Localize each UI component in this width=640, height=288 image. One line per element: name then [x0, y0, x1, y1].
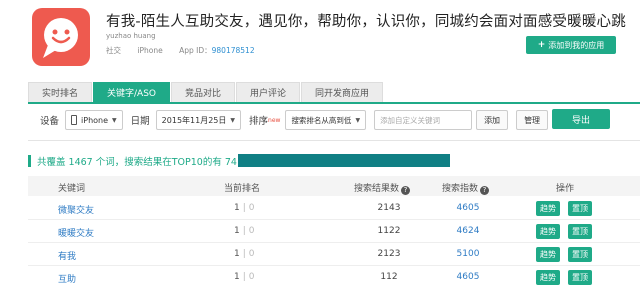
chevron-down-icon: ▼ [230, 116, 236, 124]
plus-icon: + [537, 40, 546, 50]
add-button-label: 添加到我的应用 [548, 40, 605, 50]
rank-cell: 1 | 0 [234, 249, 255, 259]
device-select[interactable]: iPhone ▼ [65, 110, 123, 130]
sort-label: 排序 [249, 116, 269, 127]
new-badge: new [268, 116, 281, 124]
pin-top-button[interactable]: 置顶 [568, 247, 592, 262]
trend-button[interactable]: 趋势 [536, 247, 560, 262]
tab-underline [28, 102, 640, 104]
date-value: 2015年11月25日 [161, 115, 227, 125]
divider [28, 140, 640, 141]
chevron-down-icon: ▼ [355, 116, 361, 124]
summary-accent-bar [28, 155, 31, 167]
index-link[interactable]: 4624 [448, 226, 488, 236]
tab-realtime-rank[interactable]: 实时排名 [28, 82, 93, 102]
phone-icon [71, 115, 78, 125]
tab-keyword-aso[interactable]: 关键字/ASO [93, 82, 171, 102]
pin-top-button[interactable]: 置顶 [568, 224, 592, 239]
redaction-block [238, 154, 450, 167]
rank-change: 0 [248, 272, 255, 282]
keyword-link[interactable]: 有我 [58, 249, 76, 262]
pin-top-button[interactable]: 置顶 [568, 270, 592, 285]
trend-button[interactable]: 趋势 [536, 270, 560, 285]
app-platform: iPhone [137, 46, 163, 55]
results-cell: 1122 [377, 226, 401, 236]
summary-text: 共覆盖 1467 个词，搜索结果在TOP10的有 74 个 [37, 157, 250, 168]
date-label: 日期 [130, 116, 150, 127]
manage-button[interactable]: 管理 [516, 110, 549, 130]
app-meta: 社交 iPhone App ID：980178512 [106, 45, 269, 56]
tab-same-developer-apps[interactable]: 同开发商应用 [301, 82, 384, 102]
tab-user-reviews[interactable]: 用户评论 [236, 82, 301, 102]
tab-bar: 实时排名 关键字/ASO 竞品对比 用户评论 同开发商应用 [28, 82, 384, 102]
index-link[interactable]: 5100 [448, 249, 488, 259]
help-icon[interactable]: ? [401, 186, 411, 195]
rank-change: 0 [248, 203, 255, 213]
device-value: iPhone [81, 115, 109, 125]
sort-value: 搜索排名从高到低 [291, 115, 352, 125]
table-row: 互助 1 | 0 112 4605 趋势 置顶 [28, 266, 640, 288]
app-developer: yuzhao huang [106, 32, 156, 40]
custom-keyword-input[interactable]: 添加自定义关键词 [374, 110, 473, 130]
header-current-rank[interactable]: 当前排名 [224, 181, 260, 194]
device-label: 设备 [40, 116, 60, 127]
date-picker[interactable]: 2015年11月25日 ▼ [155, 110, 242, 130]
chat-bubble-smile-icon [32, 8, 90, 66]
export-button[interactable]: 导出 [552, 109, 610, 129]
results-cell: 2123 [377, 249, 401, 259]
coverage-summary: 共覆盖 1467 个词，搜索结果在TOP10的有 74 个 [28, 154, 249, 168]
trend-button[interactable]: 趋势 [536, 201, 560, 216]
tab-competitor-compare[interactable]: 竞品对比 [171, 82, 236, 102]
keyword-link[interactable]: 微聚交友 [58, 203, 94, 216]
rank-cell: 1 | 0 [234, 203, 255, 213]
header-action: 操作 [556, 184, 575, 194]
trend-button[interactable]: 趋势 [536, 224, 560, 239]
rank-cell: 1 | 0 [234, 226, 255, 236]
results-cell: 2143 [377, 203, 401, 213]
results-cell: 112 [380, 272, 398, 282]
help-icon[interactable]: ? [480, 186, 490, 195]
add-keyword-button[interactable]: 添加 [476, 110, 509, 130]
header-search-results[interactable]: 搜索结果数? [354, 181, 411, 195]
keyword-link[interactable]: 互助 [58, 272, 76, 285]
index-link[interactable]: 4605 [448, 272, 488, 282]
rank-change: 0 [248, 249, 255, 259]
header-search-index[interactable]: 搜索指数? [442, 181, 490, 195]
filter-bar: 设备 iPhone ▼ 日期 2015年11月25日 ▼ 排序 new 搜索排名… [40, 108, 549, 132]
table-row: 暖暖交友 1 | 0 1122 4624 趋势 置顶 [28, 220, 640, 243]
chevron-down-icon: ▼ [112, 116, 117, 124]
rank-change: 0 [248, 226, 255, 236]
index-link[interactable]: 4605 [448, 203, 488, 213]
app-id-label: App ID：980178512 [179, 46, 255, 55]
table-row: 有我 1 | 0 2123 5100 趋势 置顶 [28, 243, 640, 266]
table-header: 关键词 当前排名 搜索结果数? 搜索指数? 操作 [28, 176, 640, 196]
rank-cell: 1 | 0 [234, 272, 255, 282]
table-row: 微聚交友 1 | 0 2143 4605 趋势 置顶 [28, 197, 640, 220]
app-category: 社交 [106, 46, 121, 55]
header-keyword[interactable]: 关键词 [58, 181, 85, 194]
app-header: 有我-陌生人互助交友，遇见你，帮助你，认识你，同城约会面对面感受暖暖心跳 yuz… [0, 0, 640, 80]
app-title: 有我-陌生人互助交友，遇见你，帮助你，认识你，同城约会面对面感受暖暖心跳 [106, 14, 626, 30]
sort-select[interactable]: 搜索排名从高到低 ▼ [285, 110, 367, 130]
pin-top-button[interactable]: 置顶 [568, 201, 592, 216]
app-id-value[interactable]: 980178512 [212, 46, 255, 55]
keyword-link[interactable]: 暖暖交友 [58, 226, 94, 239]
add-to-my-apps-button[interactable]: + 添加到我的应用 [526, 36, 616, 54]
